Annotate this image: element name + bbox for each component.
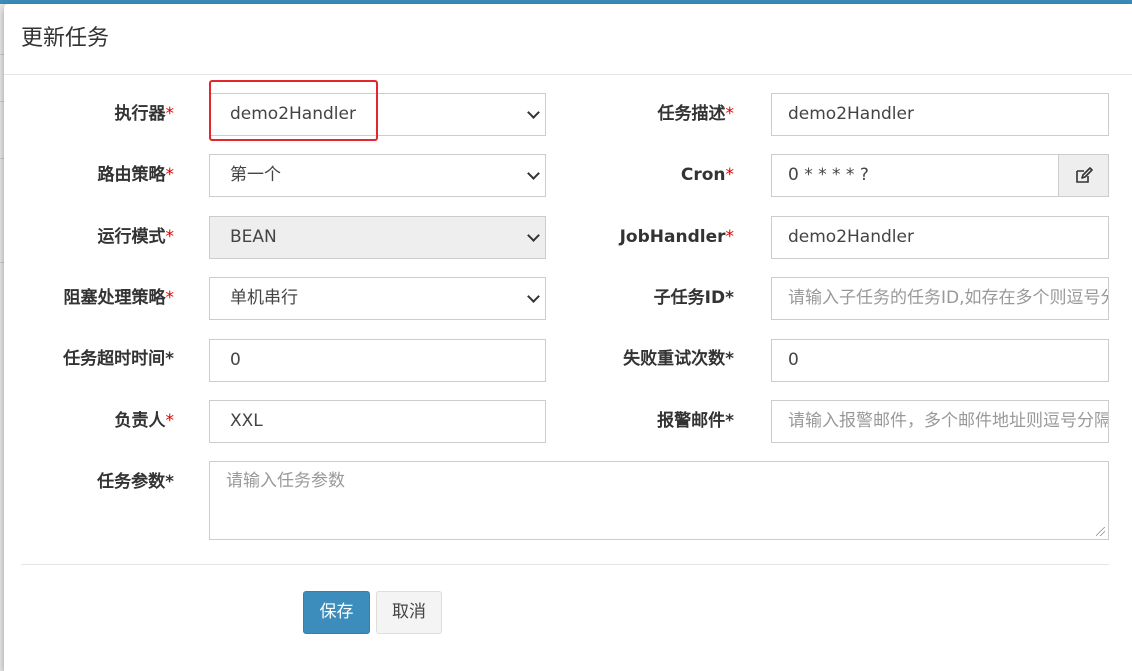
job-handler-input[interactable]: demo2Handler [771,216,1109,259]
alarm-email-input[interactable]: 请输入报警邮件，多个邮件地址则逗号分隔 [771,400,1109,443]
resize-handle-icon[interactable] [1096,527,1105,536]
update-job-modal: 更新任务 执行器* demo2Handler 路由策略* 第一个 运行模式* B… [4,4,1132,671]
footer-divider [21,564,1109,565]
chevron-down-icon [527,229,540,242]
owner-label: 负责人* [114,411,175,431]
timeout-input[interactable]: 0 [209,339,546,382]
chevron-down-icon [527,167,540,180]
alarm-email-label: 报警邮件* [657,411,734,431]
route-strategy-label: 路由策略* [97,165,175,185]
child-job-id-label: 子任务ID* [653,288,734,308]
edit-icon [1076,167,1093,183]
job-param-textarea[interactable]: 请输入任务参数 [209,461,1109,540]
chevron-down-icon [527,290,540,303]
owner-input[interactable]: XXL [209,400,546,443]
modal-title: 更新任务 [21,26,110,51]
run-mode-label: 运行模式* [97,227,175,247]
block-strategy-label: 阻塞处理策略* [63,288,175,308]
chevron-down-icon [527,106,540,119]
fail-retry-label: 失败重试次数* [623,349,734,369]
cron-edit-button[interactable] [1058,154,1109,197]
job-param-label: 任务参数* [97,472,174,492]
run-mode-select: BEAN [209,216,546,259]
job-handler-label: JobHandler* [619,227,734,247]
cancel-button[interactable]: 取消 [376,591,442,634]
job-desc-label: 任务描述* [657,104,735,124]
cron-input[interactable]: 0 * * * * ? [771,154,1059,197]
save-button[interactable]: 保存 [303,591,370,634]
modal-header: 更新任务 [4,4,1132,75]
job-desc-input[interactable]: demo2Handler [771,93,1109,136]
child-job-id-input[interactable]: 请输入子任务的任务ID,如存在多个则逗号分隔 [771,277,1109,320]
timeout-label: 任务超时时间* [63,349,174,369]
route-strategy-select[interactable]: 第一个 [209,154,546,197]
annotation-highlight-box [209,80,378,141]
cron-label: Cron* [680,165,734,185]
fail-retry-input[interactable]: 0 [771,339,1109,382]
executor-label: 执行器* [114,104,175,124]
block-strategy-select[interactable]: 单机串行 [209,277,546,320]
